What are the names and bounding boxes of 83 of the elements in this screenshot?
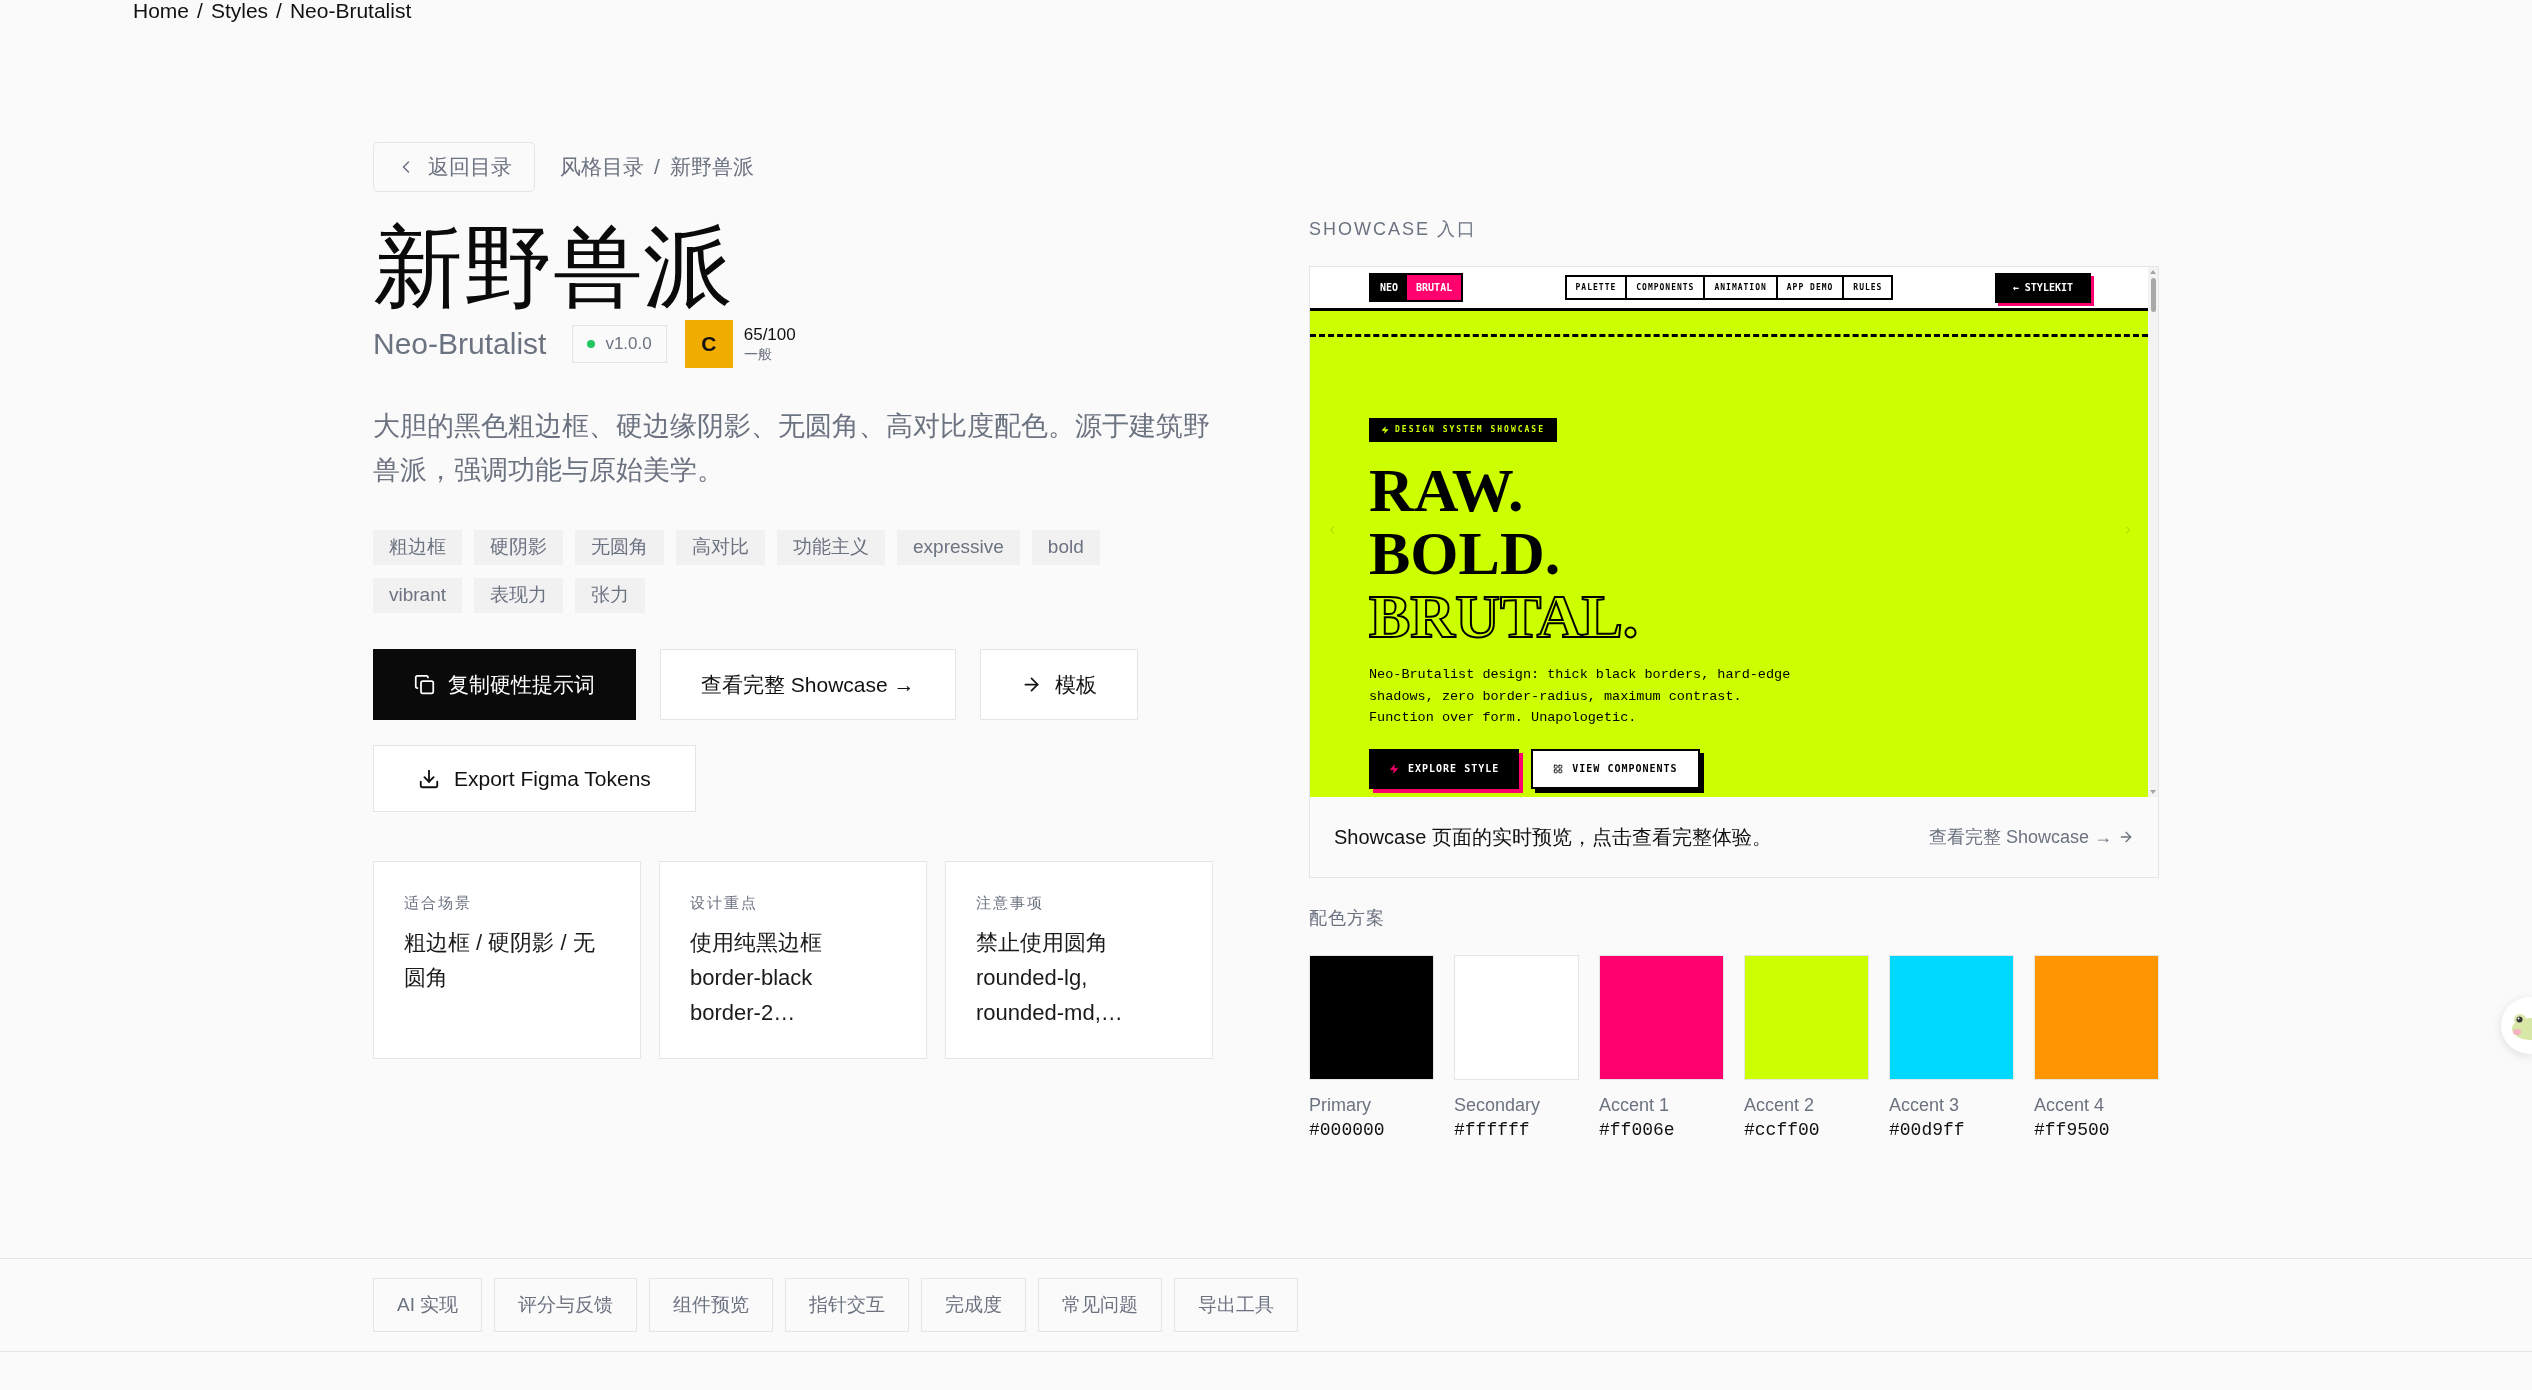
tag: 粗边框	[373, 530, 462, 565]
tag: 表现力	[474, 578, 564, 613]
color-hex: #00d9ff	[1889, 1119, 1965, 1141]
grid-icon	[1553, 763, 1564, 774]
headline-text: BRUTAL.	[1369, 585, 1639, 648]
section-tab[interactable]: 完成度	[921, 1278, 1027, 1332]
scroll-down-icon	[2150, 790, 2156, 794]
version-text: v1.0.0	[605, 333, 652, 356]
tag: expressive	[897, 530, 1020, 565]
card-label: 注意事项	[976, 893, 1044, 913]
section-tab[interactable]: 组件预览	[649, 1278, 774, 1332]
headline-text: BOLD.	[1369, 522, 1561, 585]
section-heading: SHOWCASE 入口	[1309, 218, 1477, 240]
color-hex: #ff006e	[1599, 1119, 1675, 1141]
stylekit-button[interactable]: ← STYLEKIT	[1994, 272, 2091, 303]
logo-text: BRUTAL	[1407, 275, 1462, 300]
section-tab[interactable]: 常见问题	[1038, 1278, 1163, 1332]
breadcrumb-link[interactable]: Home	[133, 0, 190, 21]
section-tab[interactable]: AI 实现	[373, 1278, 483, 1332]
tag: 硬阴影	[474, 530, 563, 565]
arrow-right-icon	[2118, 829, 2134, 845]
color-name: Primary	[1309, 1094, 1371, 1116]
section-tab[interactable]: 指针交互	[785, 1278, 910, 1332]
breadcrumb-current: Neo-Brutalist	[289, 0, 412, 21]
color-hex: #ccff00	[1744, 1119, 1820, 1141]
page-subtitle: Neo-Brutalist	[373, 326, 547, 362]
breadcrumb-separator: /	[654, 154, 660, 181]
lightning-icon	[1389, 763, 1399, 774]
nav-link[interactable]: APP DEMO	[1777, 277, 1845, 298]
section-tab[interactable]: 评分与反馈	[494, 1278, 638, 1332]
color-hex: #ffffff	[1454, 1119, 1530, 1141]
floating-button[interactable]	[2501, 997, 2532, 1054]
export-button[interactable]: Export Figma Tokens	[373, 745, 696, 812]
copy-icon	[414, 674, 435, 695]
headline-text: RAW.	[1369, 459, 1524, 522]
scrollbar-thumb[interactable]	[2150, 278, 2156, 312]
rating-text: 一般	[743, 345, 773, 363]
nav-link[interactable]: COMPONENTS	[1627, 277, 1706, 298]
scrollbar[interactable]	[2148, 267, 2158, 797]
color-name: Accent 2	[1744, 1094, 1815, 1116]
breadcrumb-separator: /	[276, 0, 282, 21]
color-name: Accent 4	[2034, 1094, 2105, 1116]
color-name: Accent 1	[1599, 1094, 1670, 1116]
color-name: Accent 3	[1889, 1094, 1960, 1116]
tag: 张力	[575, 578, 646, 613]
color-hex: #ff9500	[2034, 1119, 2110, 1141]
card-text: 粗边框 / 硬阴影 / 无圆角	[404, 929, 596, 992]
section-tab[interactable]: 导出工具	[1174, 1278, 1299, 1332]
back-button[interactable]: 返回目录	[373, 142, 535, 192]
tag: 高对比	[676, 530, 765, 565]
caption-text: Showcase 页面的实时预览，点击查看完整体验。	[1334, 825, 1772, 850]
score-text: 65/100	[743, 325, 796, 345]
showcase-button[interactable]: 查看完整 Showcase →	[660, 649, 956, 720]
tag: 无圆角	[575, 530, 664, 565]
nav-link[interactable]: PALETTE	[1566, 277, 1628, 298]
hero-badge-text: DESIGN SYSTEM SHOWCASE	[1395, 424, 1545, 436]
lightning-icon	[1381, 426, 1389, 434]
copy-prompt-button[interactable]: 复制硬性提示词	[373, 649, 636, 720]
card-text: 禁止使用圆角 rounded-lg, rounded-md,…	[976, 929, 1124, 1027]
breadcrumb-separator: /	[197, 0, 203, 21]
section-heading: 配色方案	[1309, 907, 1385, 929]
card-label: 设计重点	[690, 893, 758, 913]
showcase-link[interactable]: 查看完整 Showcase →	[1928, 823, 2134, 851]
breadcrumb-link[interactable]: Styles	[210, 0, 269, 21]
hero-description: Neo-Brutalist design: thick black borders, hard-edge shadows, zero border-radius, maximum contrast. Function over form. Unapologetic.	[1369, 666, 1792, 727]
page-title: 新野兽派	[373, 222, 733, 314]
tag: bold	[1031, 530, 1100, 565]
scroll-up-icon	[2150, 270, 2156, 274]
breadcrumb-link[interactable]: 风格目录	[560, 151, 644, 183]
grade-badge: C	[684, 320, 733, 368]
card-label: 适合场景	[404, 893, 472, 913]
template-button[interactable]: 模板	[979, 649, 1138, 720]
nav-link[interactable]: RULES	[1844, 277, 1892, 298]
color-name: Secondary	[1454, 1094, 1541, 1116]
logo-text: NEO	[1371, 275, 1408, 300]
color-hex: #000000	[1309, 1119, 1385, 1141]
tag: 功能主义	[777, 530, 885, 565]
breadcrumb-current: 新野兽派	[669, 154, 754, 181]
download-icon	[418, 767, 440, 790]
card-text: 使用纯黑边框 border-black border-2…	[690, 929, 823, 1027]
tag: vibrant	[373, 578, 463, 613]
nav-link[interactable]: ANIMATION	[1705, 277, 1778, 298]
description-text: 大胆的黑色粗边框、硬边缘阴影、无圆角、高对比度配色。源于建筑野兽派，强调功能与原始美学。	[373, 410, 1211, 487]
